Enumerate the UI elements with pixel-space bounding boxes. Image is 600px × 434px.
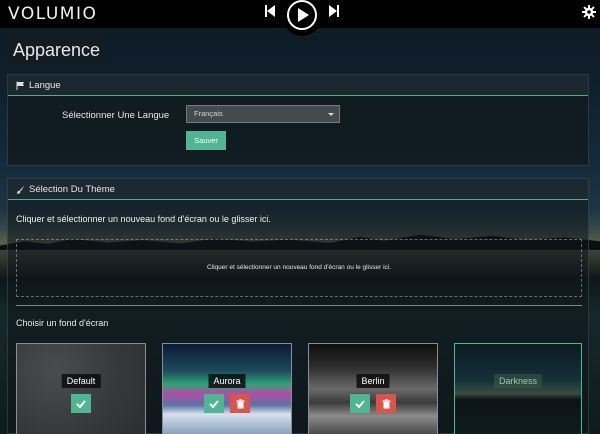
language-panel: Langue Sélectionner Une Langue Français … (7, 74, 589, 166)
next-button[interactable] (328, 4, 340, 18)
delete-background-button[interactable] (376, 394, 396, 413)
background-name: Default (61, 374, 101, 388)
play-button-housing (282, 0, 322, 36)
background-thumbnail-aurora[interactable]: Aurora (162, 343, 292, 434)
background-name: Aurora (208, 374, 246, 388)
theme-panel-title: Sélection Du Thème (29, 183, 115, 195)
apply-background-button[interactable] (204, 394, 224, 413)
divider (16, 305, 582, 306)
play-icon (298, 8, 309, 22)
chevron-down-icon (328, 113, 334, 116)
background-thumbnail-berlin[interactable]: Berlin (308, 343, 438, 434)
background-actions (204, 394, 250, 413)
checkmark-icon (76, 399, 86, 408)
theme-instructions: Cliquer et sélectionner un nouveau fond … (16, 214, 271, 224)
play-button[interactable] (287, 0, 317, 30)
background-thumbnail-default[interactable]: Default (16, 343, 146, 434)
checkmark-icon (355, 399, 365, 408)
page-title: Apparence (7, 36, 107, 64)
theme-panel: Sélection Du Thème Cliquer et sélectionn… (7, 178, 589, 434)
background-thumbnail-darkness[interactable]: Darkness (454, 343, 582, 434)
gear-icon (582, 5, 596, 19)
app-logo[interactable]: VOLUMIO (8, 4, 97, 24)
playback-controls (262, 0, 342, 36)
trash-icon (382, 398, 390, 408)
language-select-value: Français (194, 109, 223, 118)
skip-next-icon (329, 5, 339, 17)
background-actions (350, 394, 396, 413)
delete-background-button[interactable] (230, 394, 250, 413)
checkmark-icon (209, 399, 219, 408)
language-select[interactable]: Français (186, 105, 340, 123)
language-label: Sélectionner Une Langue (62, 110, 170, 121)
previous-button[interactable] (264, 4, 276, 18)
settings-button[interactable] (582, 5, 596, 19)
background-upload-dropzone[interactable]: Cliquer et sélectionner un nouveau fond … (16, 239, 582, 297)
background-name: Berlin (356, 374, 390, 388)
apply-background-button[interactable] (350, 394, 370, 413)
flag-icon (16, 81, 24, 90)
dropzone-text: Cliquer et sélectionner un nouveau fond … (206, 264, 392, 271)
top-bar: VOLUMIO (0, 0, 600, 36)
background-actions (71, 394, 91, 413)
language-panel-header: Langue (8, 75, 588, 96)
language-panel-title: Langue (29, 79, 61, 91)
skip-previous-icon (265, 5, 275, 17)
paintbrush-icon (16, 185, 25, 194)
trash-icon (236, 398, 244, 408)
theme-panel-header: Sélection Du Thème (8, 179, 588, 200)
background-name: Darkness (493, 374, 543, 388)
save-button[interactable]: Sauver (186, 131, 226, 150)
apply-background-button[interactable] (71, 394, 91, 413)
choose-background-label: Choisir un fond d'écran (16, 318, 109, 328)
